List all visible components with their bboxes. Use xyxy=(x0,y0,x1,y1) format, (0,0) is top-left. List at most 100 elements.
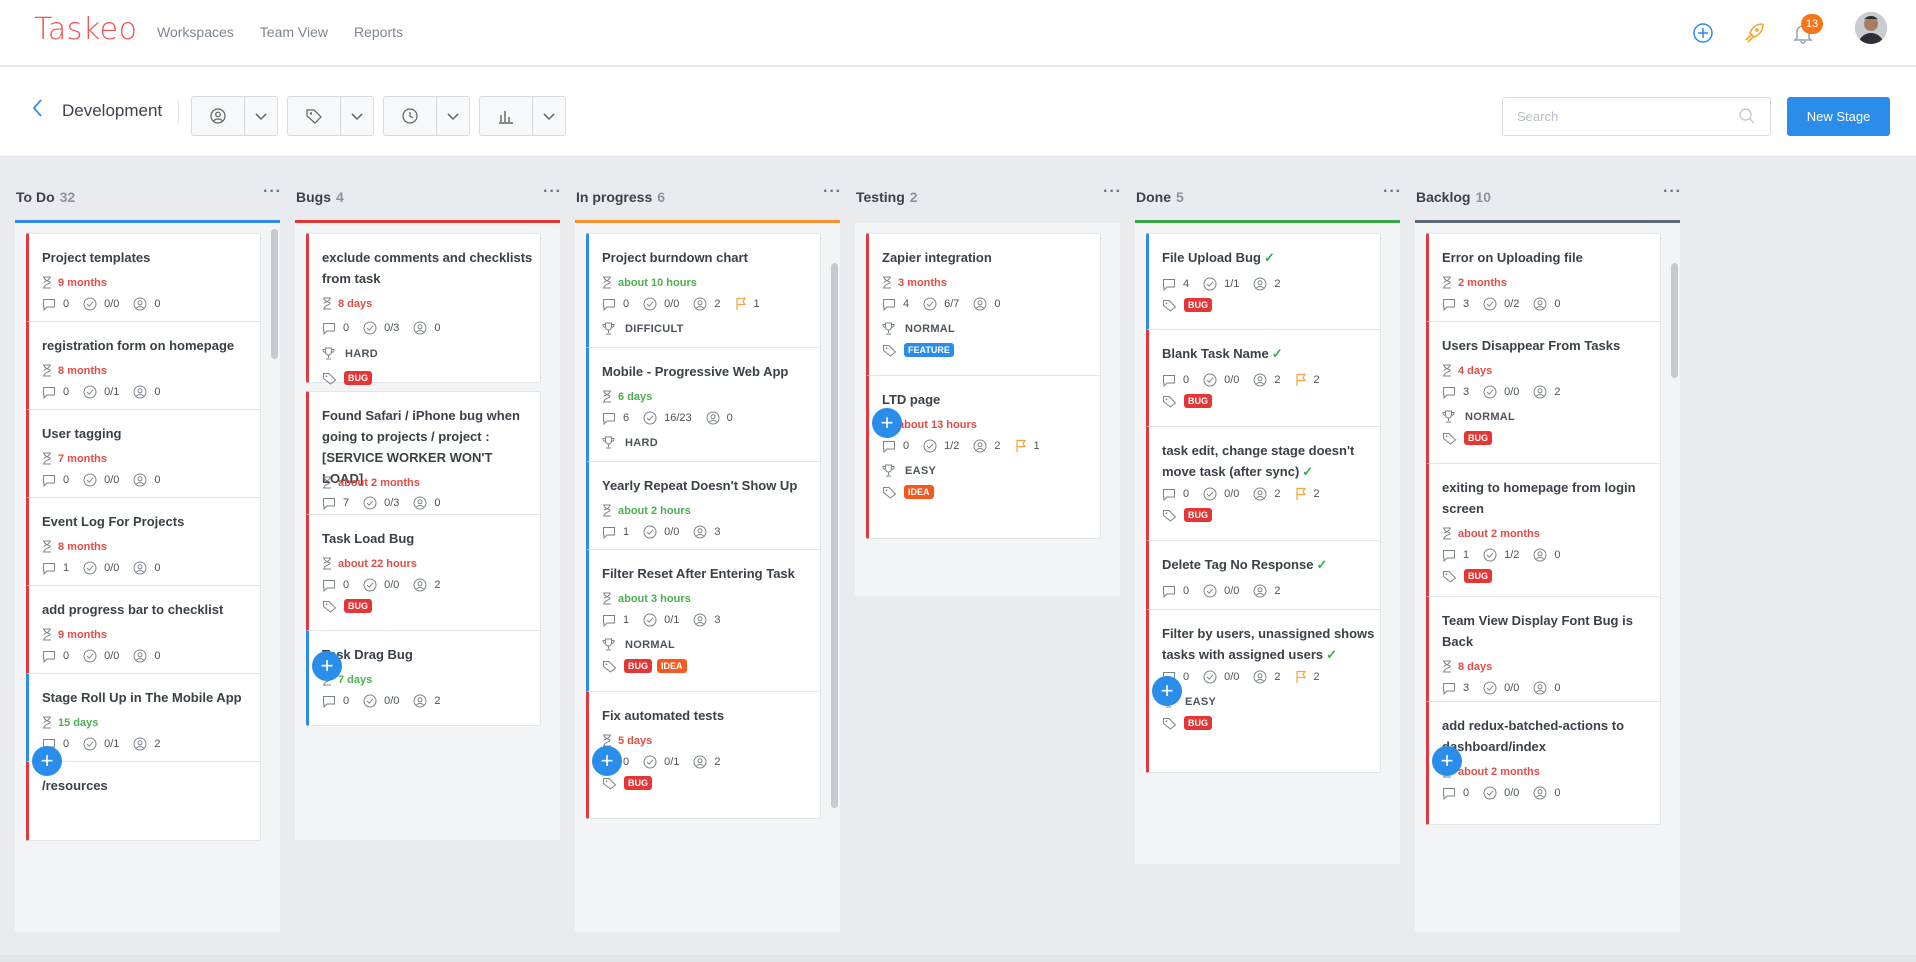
tag-badge[interactable]: BUG xyxy=(1184,298,1212,312)
task-title[interactable]: /resources xyxy=(42,775,257,796)
tag-badge[interactable]: BUG xyxy=(1184,394,1212,408)
task-card[interactable]: File Upload Bug ✓ 4 1/1 2 BUG xyxy=(1146,233,1381,343)
tag-filter[interactable] xyxy=(287,96,374,136)
task-title[interactable]: LTD page xyxy=(882,389,1097,410)
vertical-scrollbar[interactable] xyxy=(1671,263,1678,378)
more-icon[interactable]: ··· xyxy=(1383,183,1402,201)
more-icon[interactable]: ··· xyxy=(543,183,562,201)
back-icon[interactable] xyxy=(30,97,44,125)
task-card[interactable]: Mobile - Progressive Web App 6 days 6 16/23… xyxy=(586,347,821,475)
task-title[interactable]: Event Log For Projects xyxy=(42,511,257,532)
task-card[interactable]: Filter Reset After Entering Task about 3 … xyxy=(586,549,821,709)
tag-badge[interactable]: BUG xyxy=(344,371,372,385)
task-card[interactable]: Error on Uploading file 2 months 3 0/2 0 xyxy=(1426,233,1661,329)
tag-badge[interactable]: BUG xyxy=(1184,716,1212,730)
time-filter[interactable] xyxy=(383,96,470,136)
add-task-button[interactable]: + xyxy=(32,746,62,776)
task-title[interactable]: Fix automated tests xyxy=(602,705,817,726)
task-card[interactable]: task edit, change stage doesn't move tas… xyxy=(1146,426,1381,556)
task-title[interactable]: Task Load Bug xyxy=(322,528,537,549)
task-card[interactable]: Blank Task Name ✓ 0 0/0 2 2 BUG xyxy=(1146,329,1381,439)
user-filter[interactable] xyxy=(191,96,278,136)
task-title[interactable]: Zapier integration xyxy=(882,247,1097,268)
task-title[interactable]: Users Disappear From Tasks xyxy=(1442,335,1657,356)
chevron-down-icon[interactable] xyxy=(533,97,565,135)
task-card[interactable]: Task Load Bug about 22 hours 0 0/0 2 BUG xyxy=(306,514,541,644)
task-title[interactable]: Filter by users, unassigned shows tasks … xyxy=(1162,623,1377,665)
avatar[interactable] xyxy=(1855,12,1887,44)
new-stage-button[interactable]: New Stage xyxy=(1787,97,1890,136)
add-task-button[interactable]: + xyxy=(592,746,622,776)
add-task-button[interactable]: + xyxy=(1152,676,1182,706)
task-title[interactable]: Team View Display Font Bug is Back xyxy=(1442,610,1657,652)
task-title[interactable]: Delete Tag No Response ✓ xyxy=(1162,554,1377,575)
vertical-scrollbar[interactable] xyxy=(271,229,278,359)
nav-workspaces[interactable]: Workspaces xyxy=(157,24,234,40)
add-task-button[interactable]: + xyxy=(872,408,902,438)
task-title[interactable]: exiting to homepage from login screen xyxy=(1442,477,1657,519)
task-card[interactable]: Yearly Repeat Doesn't Show Up about 2 hou… xyxy=(586,461,821,557)
tag-badge[interactable]: FEATURE xyxy=(904,343,954,357)
task-card[interactable]: add progress bar to checklist 9 months 0 0/… xyxy=(26,585,261,681)
add-task-button[interactable]: + xyxy=(312,651,342,681)
nav-reports[interactable]: Reports xyxy=(354,24,403,40)
task-title[interactable]: task edit, change stage doesn't move tas… xyxy=(1162,440,1377,482)
task-title[interactable]: registration form on homepage xyxy=(42,335,257,356)
task-card[interactable]: Found Safari / iPhone bug when going to … xyxy=(306,391,541,532)
task-card[interactable]: Zapier integration 3 months 4 6/7 0 NORMAL FEA… xyxy=(866,233,1101,397)
task-title[interactable]: Blank Task Name ✓ xyxy=(1162,343,1377,364)
vertical-scrollbar[interactable] xyxy=(831,263,838,808)
add-task-button[interactable]: + xyxy=(1432,746,1462,776)
logo[interactable]: Taskeo xyxy=(34,12,138,47)
task-title[interactable]: Task Drag Bug xyxy=(322,644,537,665)
task-title[interactable]: Yearly Repeat Doesn't Show Up xyxy=(602,475,817,496)
task-card[interactable]: Project templates 9 months 0 0/0 0 xyxy=(26,233,261,329)
task-card[interactable]: exiting to homepage from login screen abo… xyxy=(1426,463,1661,613)
tag-badge[interactable]: BUG xyxy=(624,659,652,673)
task-card[interactable]: Task Drag Bug 7 days 0 0/0 2 xyxy=(306,630,541,726)
tag-badge[interactable]: BUG xyxy=(1464,431,1492,445)
task-card[interactable]: Event Log For Projects 8 months 1 0/0 0 xyxy=(26,497,261,593)
search-input[interactable] xyxy=(1502,97,1771,136)
stats-filter[interactable] xyxy=(479,96,566,136)
chevron-down-icon[interactable] xyxy=(341,97,373,135)
more-icon[interactable]: ··· xyxy=(823,183,842,201)
tag-badge[interactable]: BUG xyxy=(1464,569,1492,583)
chevron-down-icon[interactable] xyxy=(437,97,469,135)
clock-icon[interactable] xyxy=(384,97,437,135)
task-title[interactable]: Stage Roll Up in The Mobile App xyxy=(42,687,257,708)
tag-badge[interactable]: IDEA xyxy=(904,485,934,499)
task-title[interactable]: exclude comments and checklists from tas… xyxy=(322,247,537,289)
task-card[interactable]: LTD page about 13 hours 0 1/2 2 1 EASY IDEA xyxy=(866,375,1101,539)
task-card[interactable]: /resources xyxy=(26,761,261,841)
more-icon[interactable]: ··· xyxy=(1663,183,1682,201)
tag-badge[interactable]: BUG xyxy=(1184,508,1212,522)
task-title[interactable]: File Upload Bug ✓ xyxy=(1162,247,1377,268)
tag-badge[interactable]: IDEA xyxy=(657,659,687,673)
task-card[interactable]: Users Disappear From Tasks 4 days 3 0/0 2 NOR… xyxy=(1426,321,1661,471)
chevron-down-icon[interactable] xyxy=(245,97,277,135)
task-title[interactable]: Mobile - Progressive Web App xyxy=(602,361,817,382)
add-circle-icon[interactable] xyxy=(1692,22,1714,47)
tag-badge[interactable]: BUG xyxy=(624,776,652,790)
task-title[interactable]: add redux-batched-actions to dashboard/i… xyxy=(1442,715,1657,757)
task-title[interactable]: User tagging xyxy=(42,423,257,444)
task-card[interactable]: Project burndown chart about 10 hours 0 0/0… xyxy=(586,233,821,361)
task-card[interactable]: exclude comments and checklists from tas… xyxy=(306,233,541,385)
more-icon[interactable]: ··· xyxy=(263,183,282,201)
tag-badge[interactable]: BUG xyxy=(344,599,372,613)
nav-team-view[interactable]: Team View xyxy=(260,24,328,40)
task-card[interactable]: Stage Roll Up in The Mobile App 15 days 0 0… xyxy=(26,673,261,769)
task-title[interactable]: Filter Reset After Entering Task xyxy=(602,563,817,584)
user-icon[interactable] xyxy=(192,97,245,135)
bar-chart-icon[interactable] xyxy=(480,97,533,135)
more-icon[interactable]: ··· xyxy=(1103,183,1122,201)
rocket-icon[interactable] xyxy=(1742,22,1766,47)
task-title[interactable]: Project templates xyxy=(42,247,257,268)
task-card[interactable]: registration form on homepage 8 months 0 0/… xyxy=(26,321,261,417)
task-title[interactable]: Error on Uploading file xyxy=(1442,247,1657,268)
task-title[interactable]: Project burndown chart xyxy=(602,247,817,268)
task-card[interactable]: User tagging 7 months 0 0/0 0 xyxy=(26,409,261,505)
tag-icon[interactable] xyxy=(288,97,341,135)
task-card[interactable]: Fix automated tests 5 days 0 0/1 2 BUG xyxy=(586,691,821,819)
